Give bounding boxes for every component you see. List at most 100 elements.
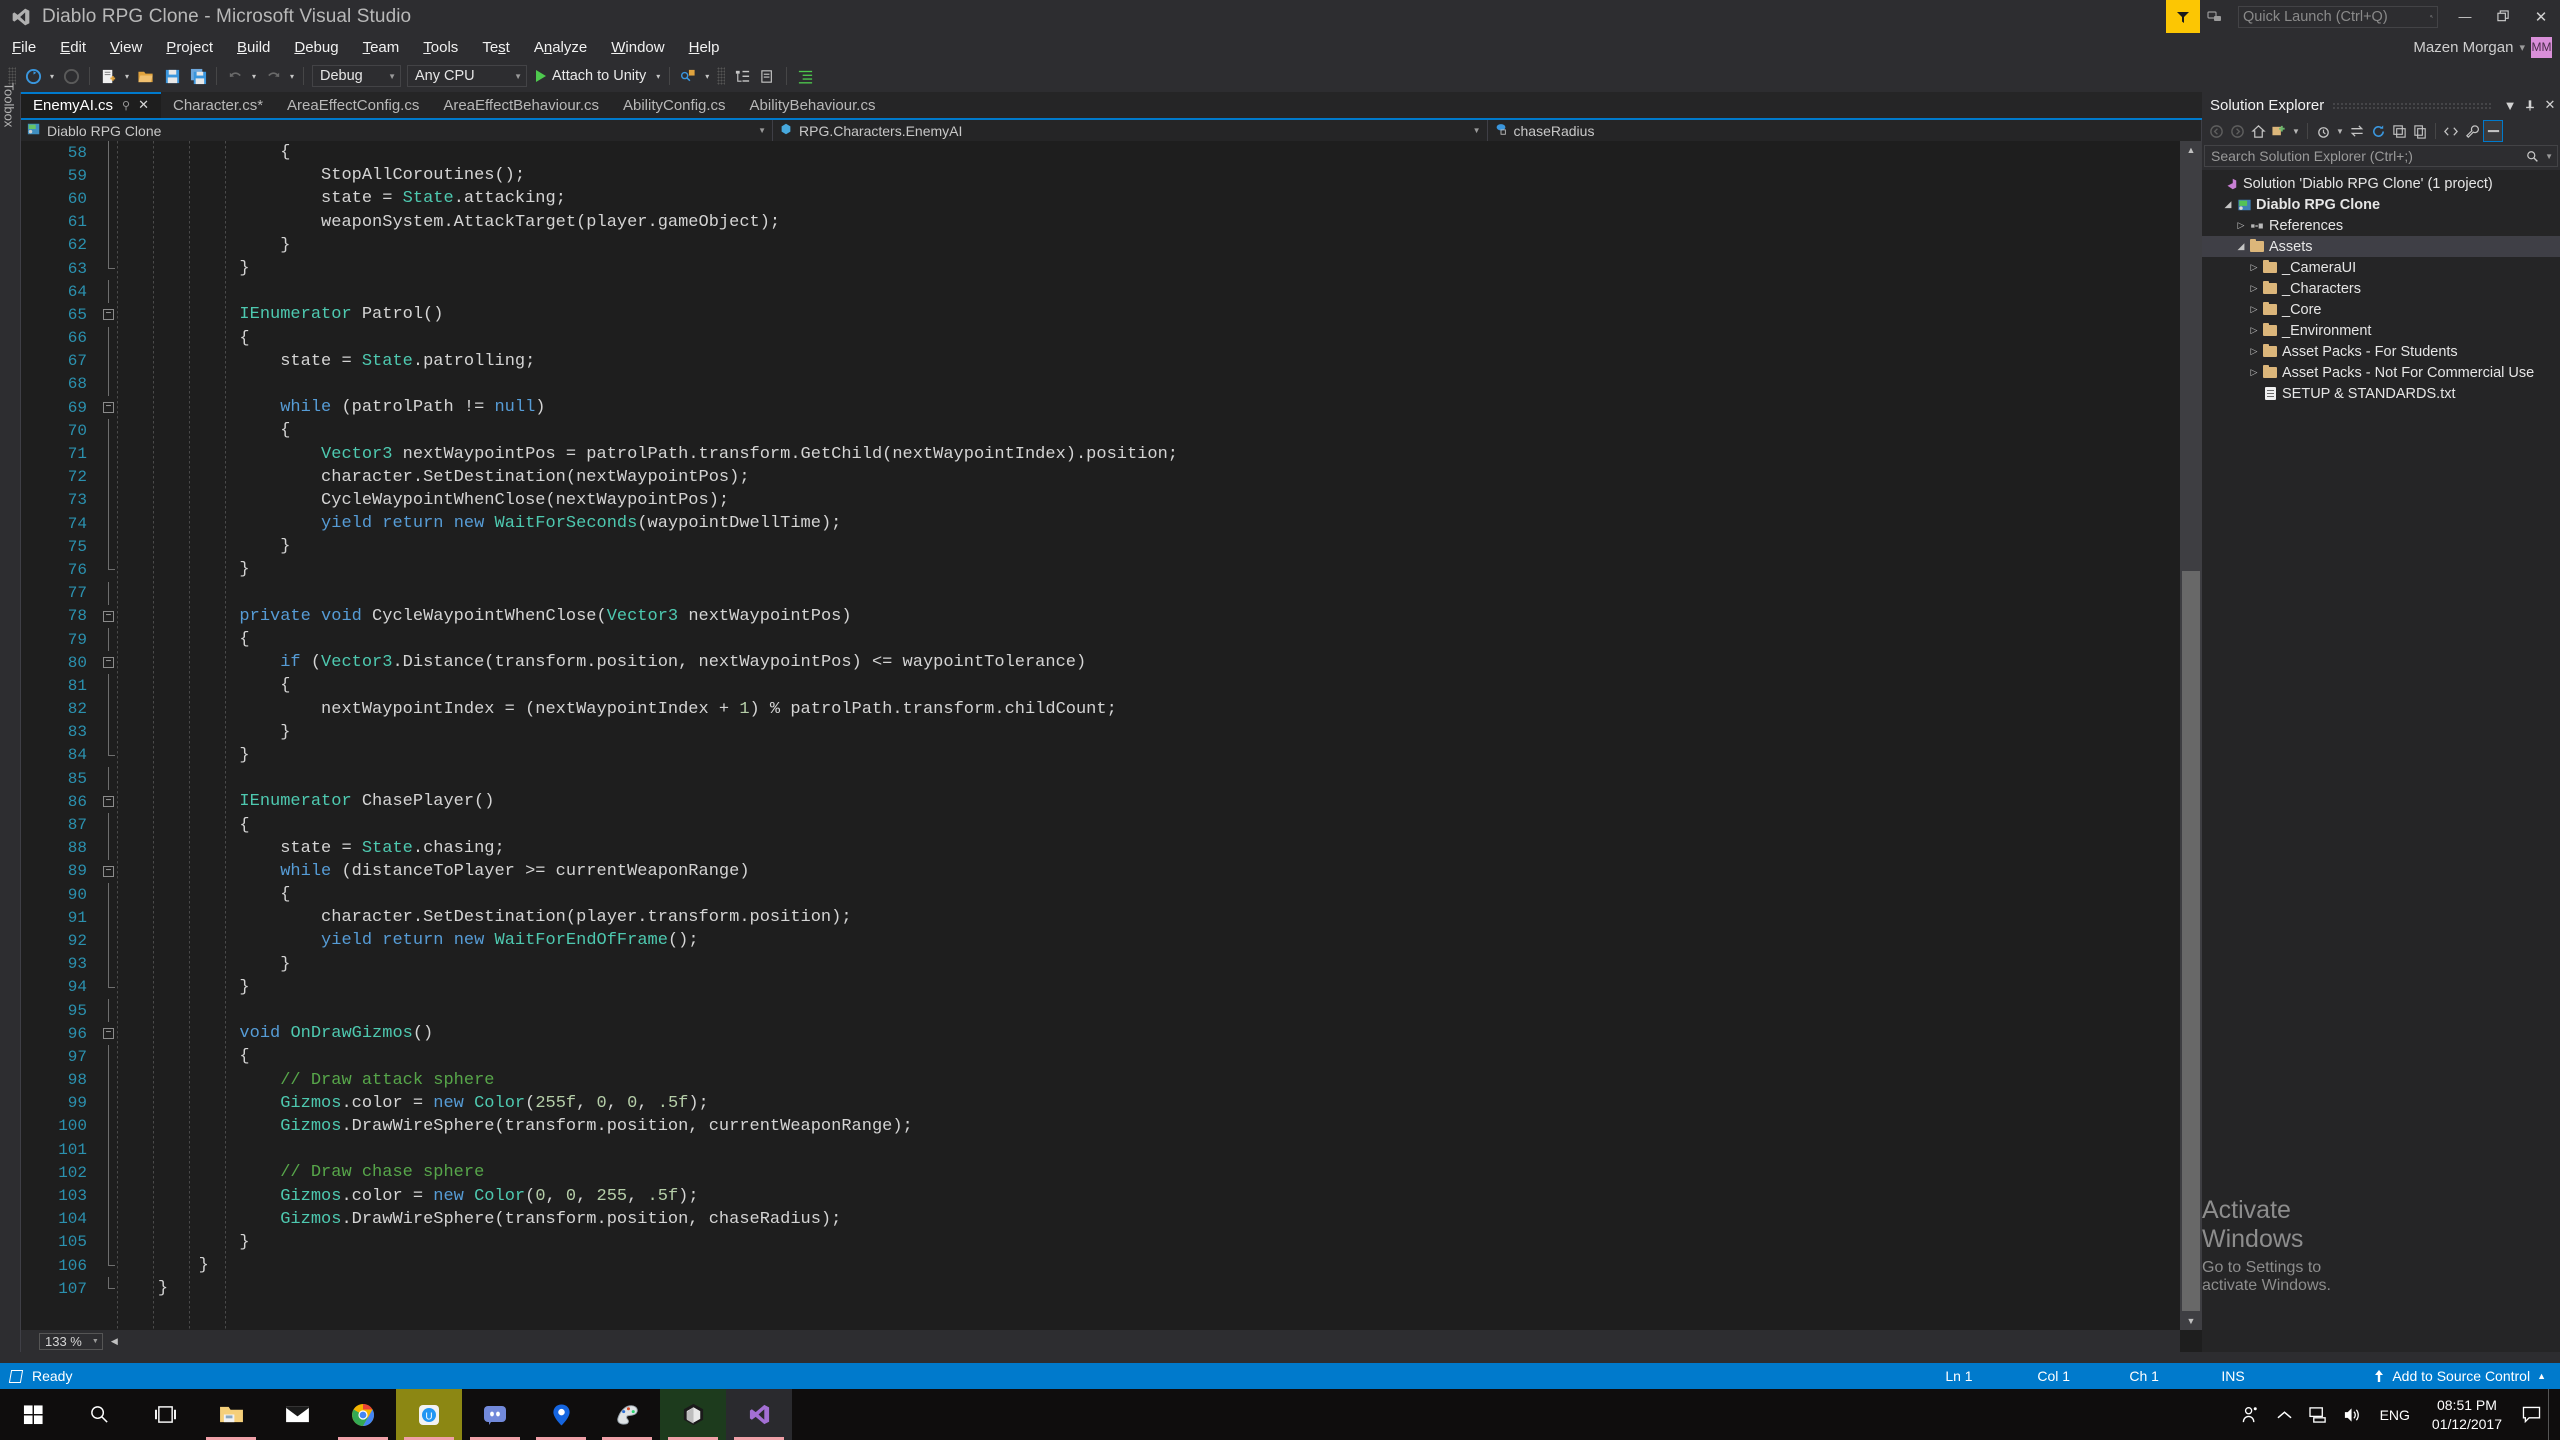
properties-wrench-icon[interactable] (2462, 120, 2482, 142)
attach-target-caret-icon[interactable]: ▾ (652, 64, 664, 88)
quick-launch-input[interactable] (2243, 9, 2430, 25)
expand-chevron-icon[interactable]: ▷ (2234, 220, 2248, 231)
document-tab-abilityconfig-cs[interactable]: AbilityConfig.cs (611, 92, 738, 118)
code-line[interactable]: 60 state = State.attacking; (21, 187, 2180, 210)
code-line[interactable]: 66 { (21, 327, 2180, 350)
comment-block-icon[interactable] (755, 64, 781, 88)
pin-tab-icon[interactable]: ⚲ (122, 99, 130, 112)
editor-horizontal-scrollbar[interactable]: 133 % ▼ ◀ (21, 1330, 2180, 1352)
collapse-chevron-icon[interactable]: ◢ (2221, 199, 2235, 210)
tree-item[interactable]: ▷Asset Packs - For Students (2202, 341, 2560, 362)
navigate-forward-icon[interactable] (58, 64, 84, 88)
code-line[interactable]: 77 (21, 582, 2180, 605)
chevron-down-icon[interactable]: ▼ (1473, 126, 1481, 135)
navbar-member-dropdown[interactable]: chaseRadius (1488, 120, 2203, 141)
sync-with-active-document-icon[interactable] (2347, 120, 2367, 142)
redo-icon[interactable] (260, 64, 286, 88)
chevron-up-icon[interactable]: ▲ (2537, 1371, 2546, 1381)
collapse-region-icon[interactable]: − (99, 1022, 117, 1045)
collapse-region-icon[interactable]: − (99, 790, 117, 813)
save-icon[interactable] (159, 64, 185, 88)
code-line[interactable]: 88 state = State.chasing; (21, 837, 2180, 860)
menu-item-tools[interactable]: Tools (411, 37, 470, 58)
paint-icon[interactable] (594, 1389, 660, 1440)
solution-explorer-search[interactable]: ▼ (2204, 145, 2558, 167)
code-line[interactable]: 86− IEnumerator ChasePlayer() (21, 790, 2180, 813)
code-line[interactable]: 95 (21, 999, 2180, 1022)
document-tab-areaeffectconfig-cs[interactable]: AreaEffectConfig.cs (275, 92, 431, 118)
visual-studio-icon[interactable] (726, 1389, 792, 1440)
toolbar-grip[interactable] (717, 67, 725, 85)
code-line[interactable]: 91 character.SetDestination(player.trans… (21, 906, 2180, 929)
find-caret-icon[interactable]: ▾ (701, 64, 713, 88)
mail-icon[interactable] (264, 1389, 330, 1440)
chevron-down-icon[interactable]: ▼ (758, 126, 766, 135)
navigate-backward-caret-icon[interactable]: ▾ (46, 64, 58, 88)
chevron-down-icon[interactable]: ▼ (92, 1338, 99, 1345)
editor-vertical-scrollbar[interactable]: ▲ ▼ (2180, 141, 2202, 1330)
code-line[interactable]: 84 } (21, 744, 2180, 767)
code-line[interactable]: 92 yield return new WaitForEndOfFrame(); (21, 929, 2180, 952)
solution-platform-combo[interactable]: Any CPU ▼ (407, 65, 527, 87)
code-line[interactable]: 59 StopAllCoroutines(); (21, 164, 2180, 187)
code-line[interactable]: 62 } (21, 234, 2180, 257)
code-line[interactable]: 104 Gizmos.DrawWireSphere(transform.posi… (21, 1208, 2180, 1231)
quick-launch-box[interactable] (2238, 6, 2438, 28)
location-icon[interactable] (528, 1389, 594, 1440)
chevron-down-icon[interactable]: ▼ (2334, 120, 2346, 142)
code-line[interactable]: 102 // Draw chase sphere (21, 1161, 2180, 1184)
undo-caret-icon[interactable]: ▾ (248, 64, 260, 88)
avatar[interactable]: MM (2531, 37, 2552, 58)
code-line[interactable]: 98 // Draw attack sphere (21, 1069, 2180, 1092)
menu-item-debug[interactable]: Debug (282, 37, 350, 58)
code-line[interactable]: 96− void OnDrawGizmos() (21, 1022, 2180, 1045)
code-line[interactable]: 90 { (21, 883, 2180, 906)
preview-selected-items-icon[interactable] (2483, 120, 2503, 142)
code-line[interactable]: 80− if (Vector3.Distance(transform.posit… (21, 651, 2180, 674)
chevron-down-icon[interactable]: ▼ (514, 72, 522, 81)
tree-item[interactable]: ◢Assets (2202, 236, 2560, 257)
code-line[interactable]: 79 { (21, 628, 2180, 651)
document-tab-abilitybehaviour-cs[interactable]: AbilityBehaviour.cs (738, 92, 888, 118)
code-line[interactable]: 89− while (distanceToPlayer >= currentWe… (21, 860, 2180, 883)
code-line[interactable]: 73 CycleWaypointWhenClose(nextWaypointPo… (21, 489, 2180, 512)
close-button[interactable]: ✕ (2522, 0, 2560, 33)
code-line[interactable]: 78− private void CycleWaypointWhenClose(… (21, 605, 2180, 628)
tree-item[interactable]: Solution 'Diablo RPG Clone' (1 project) (2202, 173, 2560, 194)
document-tab-areaeffectbehaviour-cs[interactable]: AreaEffectBehaviour.cs (431, 92, 611, 118)
code-line[interactable]: 103 Gizmos.color = new Color(0, 0, 255, … (21, 1184, 2180, 1207)
expand-chevron-icon[interactable]: ▷ (2247, 367, 2261, 378)
tree-item[interactable]: ▷Asset Packs - Not For Commercial Use (2202, 362, 2560, 383)
add-to-source-control-button[interactable]: Add to Source Control ▲ (2373, 1368, 2560, 1384)
minimize-button[interactable]: — (2446, 0, 2484, 33)
tree-item[interactable]: ▷_Core (2202, 299, 2560, 320)
task-view-icon[interactable] (132, 1389, 198, 1440)
search-options-caret-icon[interactable]: ▼ (2545, 152, 2553, 161)
expand-chevron-icon[interactable]: ▷ (2247, 325, 2261, 336)
code-line[interactable]: 94 } (21, 976, 2180, 999)
code-line[interactable]: 69− while (patrolPath != null) (21, 396, 2180, 419)
collapse-region-icon[interactable]: − (99, 605, 117, 628)
action-center-icon[interactable] (2514, 1389, 2548, 1440)
code-line[interactable]: 71 Vector3 nextWaypointPos = patrolPath.… (21, 442, 2180, 465)
code-line[interactable]: 76 } (21, 558, 2180, 581)
code-line[interactable]: 67 state = State.patrolling; (21, 350, 2180, 373)
unity-icon[interactable] (660, 1389, 726, 1440)
scroll-down-icon[interactable]: ▼ (2180, 1312, 2202, 1330)
code-line[interactable]: 75 } (21, 535, 2180, 558)
back-icon[interactable] (2206, 120, 2226, 142)
solution-explorer-tree[interactable]: Solution 'Diablo RPG Clone' (1 project) ◢… (2202, 170, 2560, 798)
code-line[interactable]: 106 } (21, 1254, 2180, 1277)
expand-chevron-icon[interactable]: ▷ (2247, 283, 2261, 294)
expand-chevron-icon[interactable]: ▷ (2247, 262, 2261, 273)
navbar-type-dropdown[interactable]: RPG.Characters.EnemyAI ▼ (773, 120, 1488, 141)
open-file-icon[interactable] (133, 64, 159, 88)
code-line[interactable]: 101 (21, 1138, 2180, 1161)
code-line[interactable]: 58 { (21, 141, 2180, 164)
show-desktop-button[interactable] (2548, 1389, 2560, 1440)
code-line[interactable]: 87 { (21, 813, 2180, 836)
code-line[interactable]: 85 (21, 767, 2180, 790)
collapse-region-icon[interactable]: − (99, 303, 117, 326)
file-explorer-icon[interactable] (198, 1389, 264, 1440)
solution-configuration-combo[interactable]: Debug ▼ (312, 65, 401, 87)
